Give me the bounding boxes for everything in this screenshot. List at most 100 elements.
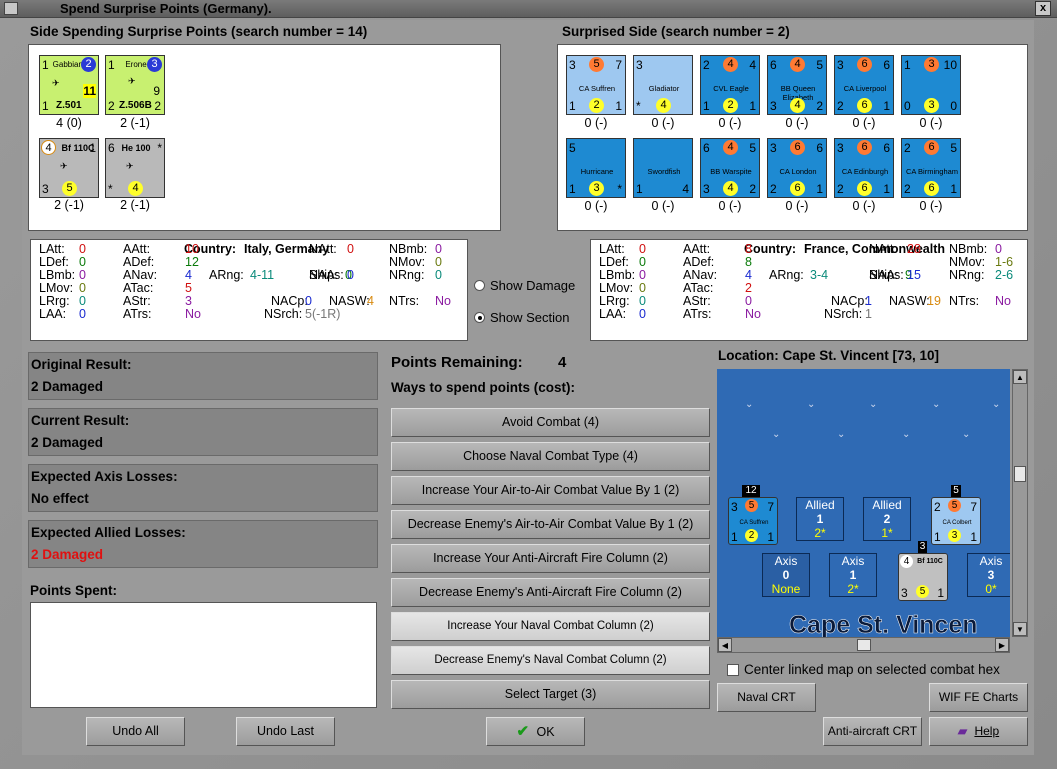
column-value: 3 bbox=[987, 568, 995, 582]
unit-value: 2 bbox=[703, 58, 710, 72]
unit-counter[interactable]: 3 6 6 CA Liverpool 2 6 1 bbox=[834, 55, 894, 115]
unit-value: 0 bbox=[950, 99, 957, 113]
unit-id: Z.506B bbox=[119, 100, 152, 111]
map-unit-counter[interactable]: 4 Bf 110C 3 5 1 bbox=[898, 553, 948, 601]
unit-value: * bbox=[108, 182, 113, 196]
combat-hex-map[interactable]: ⌄ ⌄ ⌄ ⌄ ⌄ ⌄ ⌄ ⌄ ⌄ 12 3 5 7 CA Suffren 1 … bbox=[717, 369, 1010, 637]
scroll-thumb[interactable] bbox=[1014, 466, 1026, 482]
current-result-value: 2 Damaged bbox=[31, 435, 104, 450]
points-spent-list[interactable] bbox=[30, 602, 377, 708]
ok-button[interactable]: ✔ OK bbox=[486, 717, 585, 746]
map-horizontal-scrollbar[interactable]: ◀ ▶ bbox=[717, 637, 1010, 653]
map-unit-counter[interactable]: 2 5 7 CA Colbert 1 3 1 bbox=[931, 497, 981, 545]
unit-caption: 0 (-) bbox=[785, 116, 809, 130]
spend-option-button[interactable]: Increase Your Air-to-Air Combat Value By… bbox=[391, 476, 710, 505]
unit-value: 1 bbox=[89, 141, 96, 155]
unit-counter[interactable]: 3 5 7 CA Suffren 1 2 1 bbox=[566, 55, 626, 115]
unit-counter[interactable]: 6 4 5 BB Warspite 3 4 2 bbox=[700, 138, 760, 198]
unit-value: 2 bbox=[934, 500, 941, 514]
scroll-thumb[interactable] bbox=[857, 639, 871, 651]
sea-mark: ⌄ bbox=[869, 399, 878, 410]
unit-value: 6 bbox=[857, 57, 872, 72]
unit-value: 3 bbox=[636, 58, 643, 72]
unit-counter[interactable]: 2 6 5 CA Birmingham 2 6 1 bbox=[901, 138, 961, 198]
sea-mark: ⌄ bbox=[992, 399, 1001, 410]
allied-column-box[interactable]: Allied 1 2* bbox=[796, 497, 844, 541]
unit-counter[interactable]: 2 4 4 CVL Eagle 1 2 1 bbox=[700, 55, 760, 115]
column-sub: 2* bbox=[847, 582, 859, 596]
stat-key: AAtt: bbox=[123, 242, 151, 256]
current-result-label: Current Result: bbox=[31, 413, 130, 428]
unit-value: 1 bbox=[883, 99, 890, 113]
unit-counter[interactable]: 4 Bf 110C 1 ✈ 3 5 bbox=[39, 138, 99, 198]
unit-caption: 0 (-) bbox=[584, 199, 608, 213]
axis-column-box[interactable]: Axis 1 2* bbox=[829, 553, 877, 597]
close-icon[interactable]: x bbox=[1035, 1, 1051, 16]
checkbox-box[interactable] bbox=[727, 664, 739, 676]
stat-value: 0 bbox=[79, 281, 86, 295]
unit-value: 6 bbox=[790, 181, 805, 196]
center-map-checkbox[interactable]: Center linked map on selected combat hex bbox=[727, 662, 1000, 677]
show-damage-radio[interactable]: Show Damage bbox=[474, 278, 575, 293]
stat-key: NAtt: bbox=[869, 242, 897, 256]
stat-key: LRrg: bbox=[39, 294, 70, 308]
stat-value: No bbox=[185, 307, 201, 321]
unit-counter[interactable]: Swordfish 1 4 bbox=[633, 138, 693, 198]
left-side-heading: Side Spending Surprise Points (search nu… bbox=[30, 24, 368, 39]
axis-column-box[interactable]: Axis 0 None bbox=[762, 553, 810, 597]
axis-column-box[interactable]: Axis 3 0* bbox=[967, 553, 1010, 597]
spend-option-button[interactable]: Increase Your Anti-Aircraft Fire Column … bbox=[391, 544, 710, 573]
unit-counter[interactable]: 3 Gladiator * 4 bbox=[633, 55, 693, 115]
unit-counter[interactable]: 3 6 6 CA Edinburgh 2 6 1 bbox=[834, 138, 894, 198]
scroll-right-icon[interactable]: ▶ bbox=[995, 638, 1009, 652]
unit-value: 4 bbox=[790, 98, 805, 113]
original-result-box: Original Result: 2 Damaged bbox=[28, 352, 378, 400]
allied-losses-label: Expected Allied Losses: bbox=[31, 525, 186, 540]
undo-all-button[interactable]: Undo All bbox=[86, 717, 185, 746]
spend-option-button[interactable]: Increase Your Naval Combat Column (2) bbox=[391, 612, 710, 641]
unit-value: 6 bbox=[857, 140, 872, 155]
scroll-up-icon[interactable]: ▲ bbox=[1013, 370, 1027, 384]
spend-option-button[interactable]: Decrease Enemy's Air-to-Air Combat Value… bbox=[391, 510, 710, 539]
column-label: Allied bbox=[872, 498, 902, 512]
sea-mark: ⌄ bbox=[745, 399, 754, 410]
title-bar[interactable]: Spend Surprise Points (Germany). x bbox=[0, 0, 1057, 18]
unit-value: 2 bbox=[904, 182, 911, 196]
unit-counter[interactable]: 1 3 10 0 3 0 bbox=[901, 55, 961, 115]
unit-counter[interactable]: 3 6 6 CA London 2 6 1 bbox=[767, 138, 827, 198]
unit-counter[interactable]: 6 He 100 * ✈ * 4 bbox=[105, 138, 165, 198]
map-vertical-scrollbar[interactable]: ▲ ▼ bbox=[1012, 369, 1028, 637]
scroll-down-icon[interactable]: ▼ bbox=[1013, 622, 1027, 636]
wif-fe-charts-button[interactable]: WIF FE Charts bbox=[929, 683, 1028, 712]
unit-caption: 2 (-1) bbox=[54, 198, 84, 212]
spend-option-button[interactable]: Select Target (3) bbox=[391, 680, 710, 709]
spend-option-button[interactable]: Decrease Enemy's Anti-Aircraft Fire Colu… bbox=[391, 578, 710, 607]
allied-column-box[interactable]: Allied 2 1* bbox=[863, 497, 911, 541]
scroll-left-icon[interactable]: ◀ bbox=[718, 638, 732, 652]
stat-value: 4-11 bbox=[250, 268, 275, 282]
help-button[interactable]: ▰ Help bbox=[929, 717, 1028, 746]
anti-aircraft-crt-button[interactable]: Anti-aircraft CRT bbox=[823, 717, 922, 746]
stat-value: No bbox=[435, 294, 451, 308]
map-unit-counter[interactable]: 3 5 7 CA Suffren 1 2 1 bbox=[728, 497, 778, 545]
unit-value: 6 bbox=[790, 140, 805, 155]
spend-option-button[interactable]: Choose Naval Combat Type (4) bbox=[391, 442, 710, 471]
unit-value: 6 bbox=[883, 58, 890, 72]
unit-value: 1 bbox=[950, 182, 957, 196]
unit-value: 4 bbox=[723, 181, 738, 196]
unit-value: 4 bbox=[682, 182, 689, 196]
naval-crt-button[interactable]: Naval CRT bbox=[717, 683, 816, 712]
help-book-icon: ▰ bbox=[957, 724, 968, 738]
stat-key: ATac: bbox=[683, 281, 714, 295]
unit-counter[interactable]: 1 Gabbiano 2 ✈ 11 1 Z.501 bbox=[39, 55, 99, 115]
unit-counter[interactable]: 645BB Queen Elizabeth342 bbox=[767, 55, 827, 115]
unit-value: 6 bbox=[703, 141, 710, 155]
show-section-radio[interactable]: Show Section bbox=[474, 310, 570, 325]
unit-counter[interactable]: 1 Erone 3 ✈ 9 2 Z.506B 2 bbox=[105, 55, 165, 115]
stat-value: 0 bbox=[639, 268, 646, 282]
spend-option-button[interactable]: Avoid Combat (4) bbox=[391, 408, 710, 437]
unit-counter[interactable]: 5 Hurricane 1 3 * bbox=[566, 138, 626, 198]
undo-last-button[interactable]: Undo Last bbox=[236, 717, 335, 746]
stat-value: 0 bbox=[639, 242, 646, 256]
spend-option-button[interactable]: Decrease Enemy's Naval Combat Column (2) bbox=[391, 646, 710, 675]
